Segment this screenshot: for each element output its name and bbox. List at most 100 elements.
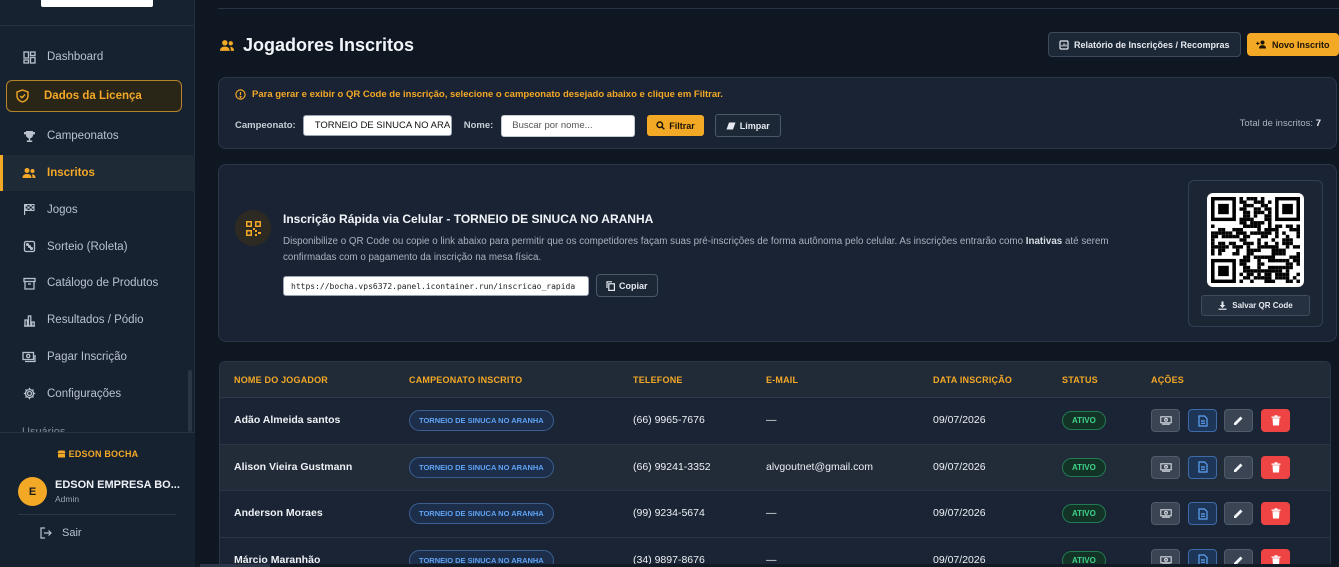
filter-info: Para gerar e exibir o QR Code de inscriç… [235,89,723,100]
campeonato-select[interactable]: TORNEIO DE SINUCA NO ARANHA [302,115,452,136]
user-name: EDSON EMPRESA BO... [55,479,180,491]
copy-button[interactable]: Copiar [596,274,658,297]
sidebar-item-licenca[interactable]: Dados da Licença [6,79,182,112]
divider [18,514,176,515]
sidebar-item-catalogo[interactable]: Catálogo de Produtos [0,265,195,302]
qr-code-image [1211,197,1300,283]
filter-row: Campeonato: TORNEIO DE SINUCA NO ARANHA … [235,114,781,137]
status-badge: ATIVO [1062,411,1106,430]
table-row[interactable]: Anderson Moraes TORNEIO DE SINUCA NO ARA… [220,491,1330,538]
divider [218,8,1339,9]
sidebar-footer: EDSON BOCHA E EDSON EMPRESA BO... Admin … [0,432,195,567]
table-row[interactable]: Márcio Maranhão TORNEIO DE SINUCA NO ARA… [220,538,1330,567]
shield-icon [15,89,29,103]
total-label: Total de inscritos: [1239,118,1314,129]
sidebar-item-label: Dados da Licença [44,89,142,102]
limpar-button[interactable]: Limpar [714,114,781,137]
add-user-icon [1256,40,1267,49]
delete-button[interactable] [1261,455,1290,479]
info-icon [235,89,246,100]
th-telefone: TELEFONE [633,375,683,385]
company-label: EDSON BOCHA [68,449,139,459]
table-row[interactable]: Adão Almeida santos TORNEIO DE SINUCA NO… [220,398,1330,445]
document-button[interactable] [1188,455,1217,479]
logo [41,0,153,7]
th-nome: NOME DO JOGADOR [234,375,329,385]
sidebar-item-campeonatos[interactable]: Campeonatos [0,118,195,155]
campeonato-label: Campeonato: [235,120,296,131]
edit-button[interactable] [1224,502,1253,525]
cell-email: alvgoutnet@gmail.com [766,460,873,473]
trophy-icon [22,129,36,143]
campeonato-badge: TORNEIO DE SINUCA NO ARANHA [409,456,554,478]
th-acoes: AÇÕES [1151,375,1185,385]
cell-email: — [766,507,777,519]
edit-button[interactable] [1224,455,1253,479]
sidebar-item-resultados[interactable]: Resultados / Pódio [0,302,195,339]
logout-icon [40,527,52,539]
filtrar-button[interactable]: Filtrar [647,115,704,136]
trash-icon [1271,415,1280,426]
edit-button[interactable] [1224,409,1253,432]
money-icon [1159,416,1172,425]
desc-part1: Disponibilize o QR Code ou copie o link … [283,236,1026,247]
page-header: Jogadores Inscritos [219,35,414,56]
save-qr-button[interactable]: Salvar QR Code [1201,295,1310,316]
table-row[interactable]: Alison Vieira Gustmann TORNEIO DE SINUCA… [220,444,1330,491]
qr-panel: Salvar QR Code [1188,180,1323,327]
pencil-icon [1234,416,1243,425]
document-button[interactable] [1188,409,1217,432]
flag-icon [22,203,36,217]
filter-info-text: Para gerar e exibir o QR Code de inscriç… [252,89,723,100]
company-name: EDSON BOCHA [0,449,195,459]
total-value: 7 [1315,118,1321,129]
th-campeonato: CAMPEONATO INSCRITO [409,375,523,385]
sidebar-item-label: Pagar Inscrição [47,350,127,363]
filter-card: Para gerar e exibir o QR Code de inscriç… [218,77,1337,149]
user-card[interactable]: E EDSON EMPRESA BO... Admin [18,477,180,506]
new-inscrito-button[interactable]: Novo Inscrito [1247,33,1339,56]
money-icon [1159,462,1172,472]
report-button-label: Relatório de Inscrições / Recompras [1074,39,1230,50]
download-icon [1218,301,1227,310]
delete-button[interactable] [1261,409,1290,432]
copy-icon [606,280,615,291]
user-role: Admin [55,494,80,504]
cell-email: — [766,414,777,426]
th-email: E-MAIL [766,375,799,385]
sidebar: Dashboard Dados da Licença Campeonatos I… [0,0,195,567]
signup-link-field[interactable]: https://bocha.vps6372.panel.icontainer.r… [283,276,589,296]
pencil-icon [1234,463,1243,472]
quick-signup-card: Inscrição Rápida via Celular - TORNEIO D… [218,164,1337,342]
nome-search-input[interactable]: Buscar por nome... [501,114,636,137]
sidebar-item-pagar[interactable]: Pagar Inscrição [0,339,195,376]
archive-icon [22,276,36,290]
limpar-label: Limpar [739,120,770,131]
quick-signup-title: Inscrição Rápida via Celular - TORNEIO D… [283,212,654,226]
sidebar-item-configuracoes[interactable]: Configurações [0,375,195,412]
cell-nome: Alison Vieira Gustmann [234,460,353,473]
sidebar-item-label: Resultados / Pódio [47,314,144,327]
status-badge: ATIVO [1062,504,1106,523]
document-icon [1197,414,1208,427]
document-icon [1197,507,1208,520]
logout-button[interactable]: Sair [40,527,82,539]
sidebar-scrollbar[interactable] [188,370,192,432]
document-button[interactable] [1188,502,1217,525]
sidebar-item-jogos[interactable]: Jogos [0,191,195,228]
report-button[interactable]: Relatório de Inscrições / Recompras [1048,32,1241,57]
sidebar-item-inscritos[interactable]: Inscritos [0,154,195,192]
delete-button[interactable] [1261,502,1290,525]
dice-icon [22,240,36,254]
sidebar-item-sorteio[interactable]: Sorteio (Roleta) [0,228,195,265]
payment-button[interactable] [1151,455,1180,479]
cell-telefone: (99) 9234-5674 [633,507,705,519]
sidebar-item-dashboard[interactable]: Dashboard [0,39,195,76]
dashboard-icon [22,50,36,64]
qr-code [1207,193,1304,287]
payment-button[interactable] [1151,502,1180,525]
avatar: E [18,477,47,506]
cash-icon [22,350,36,364]
payment-button[interactable] [1151,409,1180,432]
bar-chart-icon [22,313,36,327]
